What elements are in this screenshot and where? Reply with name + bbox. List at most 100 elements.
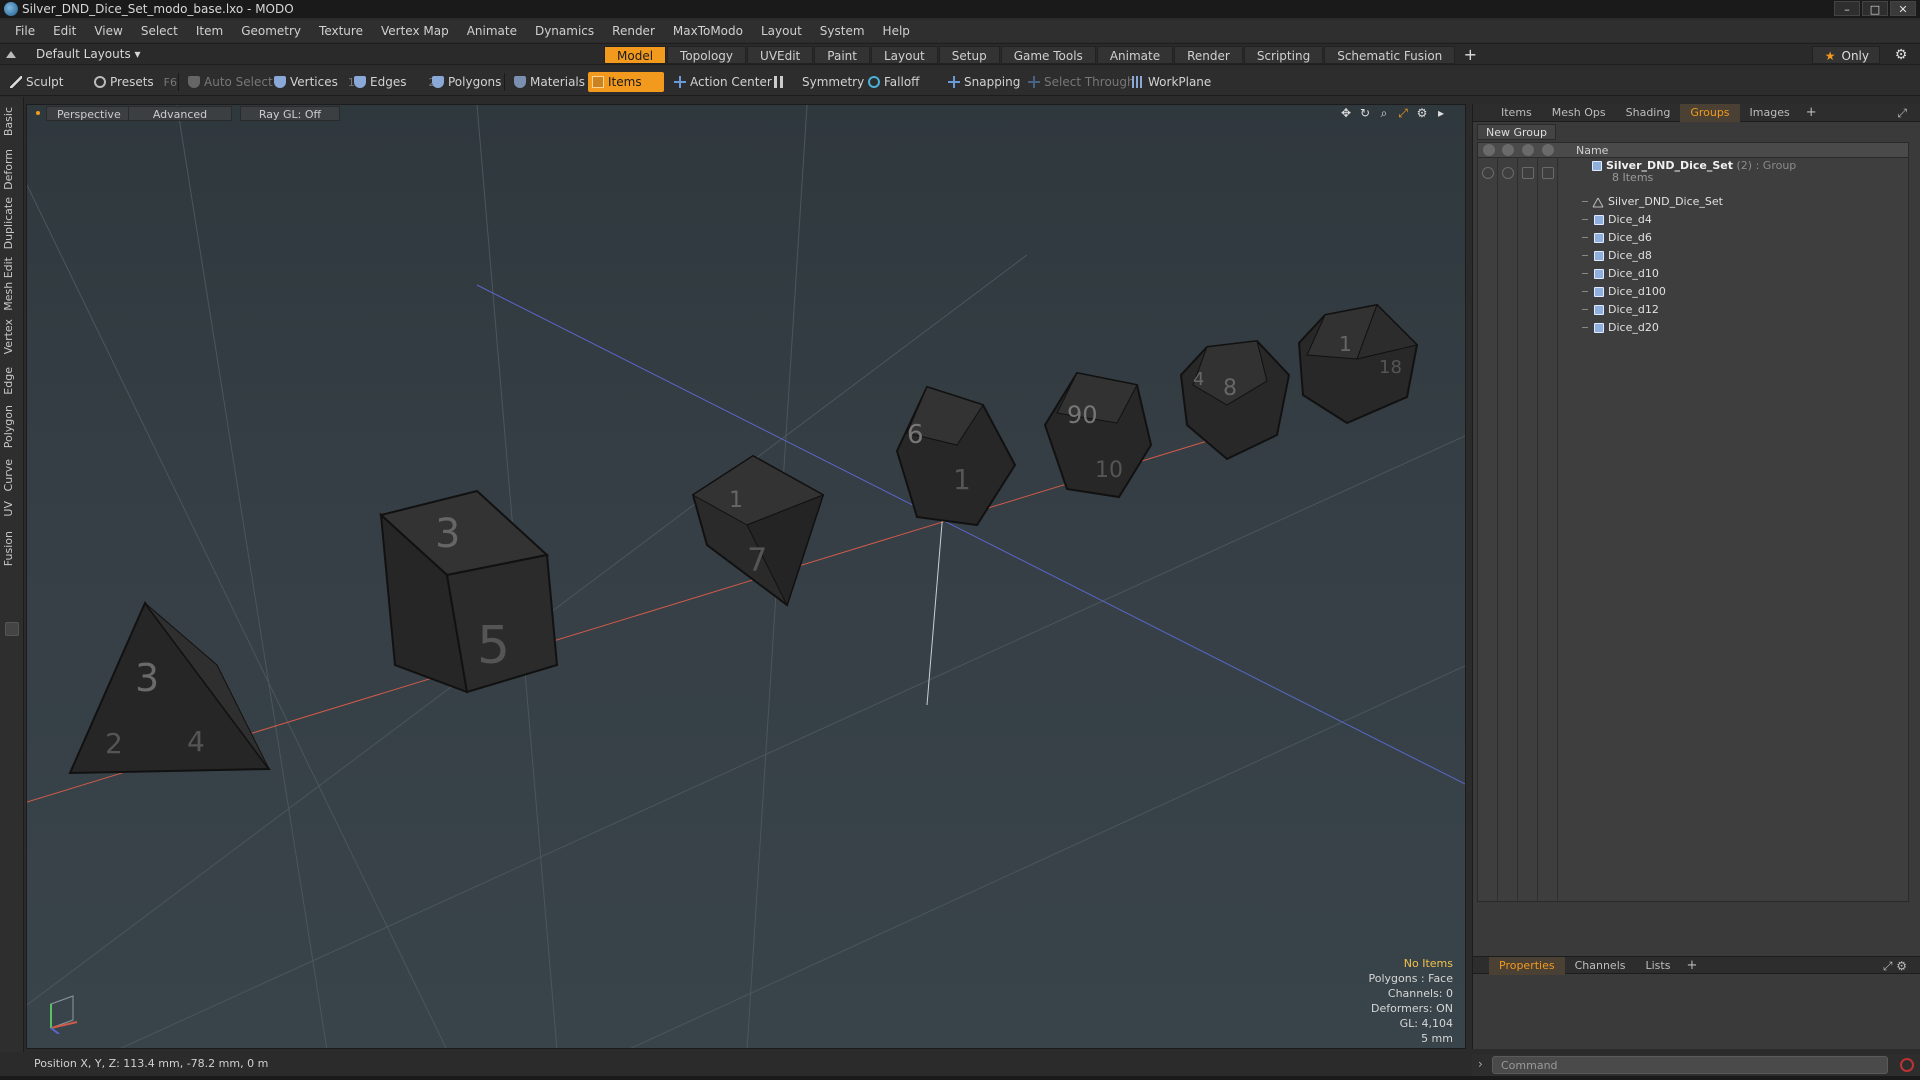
menu-system[interactable]: System [811,20,874,42]
palette-tab-duplicate[interactable]: Duplicate [2,197,22,249]
select-checkbox[interactable] [1542,167,1554,179]
menu-vertex-map[interactable]: Vertex Map [372,20,458,42]
add-tab-plus-icon[interactable]: + [1680,957,1703,973]
menu-geometry[interactable]: Geometry [232,20,310,42]
select-through-button[interactable]: Select Through [1024,72,1141,92]
palette-tab-deform[interactable]: Deform [2,149,22,190]
gear-icon[interactable]: ⚙ [1890,46,1912,64]
tab-uvedit[interactable]: UVEdit [747,46,814,64]
dice-d100[interactable]: 90 10 [1043,371,1153,499]
menu-select[interactable]: Select [132,20,187,42]
palette-tab-mesh-edit[interactable]: Mesh Edit [2,257,22,311]
list-item[interactable]: Dice_d10 [1478,265,1908,283]
lock-checkbox[interactable] [1522,167,1534,179]
tab-schematic-fusion[interactable]: Schematic Fusion [1324,46,1456,64]
panel-expand-icon[interactable]: ⤢ [1897,106,1907,121]
eye-icon[interactable] [1482,167,1494,179]
polygons-button[interactable]: Polygons [428,72,507,92]
falloff-button[interactable]: Falloff [864,72,925,92]
tab-model[interactable]: Model [604,46,667,64]
only-toggle[interactable]: ★ Only [1811,46,1880,64]
tab-lists[interactable]: Lists [1636,957,1681,975]
dice-d8[interactable]: 1 7 [691,454,825,607]
dice-d20[interactable]: 1 18 [1297,303,1419,425]
viewport-expand-icon[interactable]: ▸ [1434,106,1448,120]
presets-button[interactable]: Presets F6 [90,72,183,92]
add-tab-plus-icon[interactable]: + [1460,46,1480,64]
palette-tab-basic[interactable]: Basic [2,107,22,136]
dice-d12[interactable]: 8 4 [1179,339,1291,461]
palette-tab-edge[interactable]: Edge [2,367,22,395]
palette-tab-fusion[interactable]: Fusion [2,531,22,566]
menu-edit[interactable]: Edit [44,20,85,42]
list-item[interactable]: Silver_DND_Dice_Set [1478,193,1908,211]
tab-mesh-ops[interactable]: Mesh Ops [1542,104,1616,122]
maximize-button[interactable]: □ [1862,1,1888,16]
name-column-header[interactable]: Name [1576,143,1608,158]
dice-d6[interactable]: 3 5 [378,489,559,694]
menu-view[interactable]: View [85,20,131,42]
close-button[interactable]: ✕ [1890,1,1916,16]
symmetry-button[interactable]: Symmetry [770,72,870,92]
viewport-settings-icon[interactable]: ⚙ [1415,106,1429,120]
palette-tab-uv[interactable]: UV [2,501,22,517]
menu-file[interactable]: File [6,20,44,42]
tab-paint[interactable]: Paint [814,46,870,64]
lock-column-icon[interactable] [1522,144,1534,156]
render-icon[interactable] [1502,167,1514,179]
render-column-icon[interactable] [1502,144,1514,156]
tab-shading[interactable]: Shading [1616,104,1681,122]
add-tab-plus-icon[interactable]: + [1800,104,1823,121]
view-type-button[interactable]: Perspective [46,106,132,121]
palette-square-button[interactable] [5,622,19,636]
command-history-arrow-icon[interactable]: › [1478,1057,1483,1071]
list-item[interactable]: Dice_d8 [1478,247,1908,265]
dice-d4[interactable]: 3 2 4 [68,601,271,775]
tab-items[interactable]: Items [1491,104,1542,122]
tab-images[interactable]: Images [1740,104,1800,122]
shading-mode-button[interactable]: Advanced [128,106,232,121]
command-input[interactable] [1492,1056,1888,1074]
workplane-button[interactable]: WorkPlane [1128,72,1217,92]
palette-tab-vertex[interactable]: Vertex [2,319,22,354]
tab-animate[interactable]: Animate [1096,46,1174,64]
palette-tab-polygon[interactable]: Polygon [2,405,22,448]
list-item[interactable]: Dice_d4 [1478,211,1908,229]
fit-icon[interactable]: ⤢ [1396,106,1410,120]
menu-maxtomodo[interactable]: MaxToModo [664,20,752,42]
new-group-button[interactable]: New Group [1477,124,1556,140]
tab-topology[interactable]: Topology [667,46,747,64]
zoom-icon[interactable]: ⌕ [1377,106,1391,120]
menu-render[interactable]: Render [603,20,664,42]
vertices-button[interactable]: Vertices 1 [270,72,361,92]
panel-expand-icon[interactable]: ⤢ ⚙ [1883,959,1907,974]
menu-layout[interactable]: Layout [752,20,811,42]
tab-setup[interactable]: Setup [938,46,1000,64]
auto-select-button[interactable]: Auto Select [184,72,279,92]
pan-icon[interactable]: ✥ [1339,106,1353,120]
tab-scripting[interactable]: Scripting [1243,46,1324,64]
tab-channels[interactable]: Channels [1565,957,1636,975]
tab-properties[interactable]: Properties [1489,957,1565,975]
items-button[interactable]: Items [588,72,664,92]
materials-button[interactable]: Materials [510,72,591,92]
select-column-icon[interactable] [1542,144,1554,156]
menu-texture[interactable]: Texture [310,20,372,42]
list-item[interactable]: Dice_d12 [1478,301,1908,319]
raygl-button[interactable]: Ray GL: Off [240,106,340,121]
list-item[interactable]: Dice_d6 [1478,229,1908,247]
3d-viewport[interactable]: 3 2 4 3 5 1 7 6 1 90 10 8 4 1 18 No Item… [26,104,1466,1049]
viewport-menu-dot-icon[interactable] [36,111,40,115]
rotate-icon[interactable]: ↻ [1358,106,1372,120]
dice-d10[interactable]: 6 1 [895,385,1017,527]
menu-help[interactable]: Help [874,20,919,42]
tab-layout[interactable]: Layout [870,46,938,64]
visibility-column-eye-icon[interactable] [1483,144,1495,156]
sculpt-button[interactable]: Sculpt [6,72,69,92]
tab-render[interactable]: Render [1174,46,1243,64]
menu-dynamics[interactable]: Dynamics [526,20,603,42]
record-macro-icon[interactable] [1900,1058,1914,1072]
group-row[interactable]: Silver_DND_Dice_Set (2) : Group 8 Items [1478,159,1908,191]
list-item[interactable]: Dice_d100 [1478,283,1908,301]
minimize-button[interactable]: – [1834,1,1860,16]
